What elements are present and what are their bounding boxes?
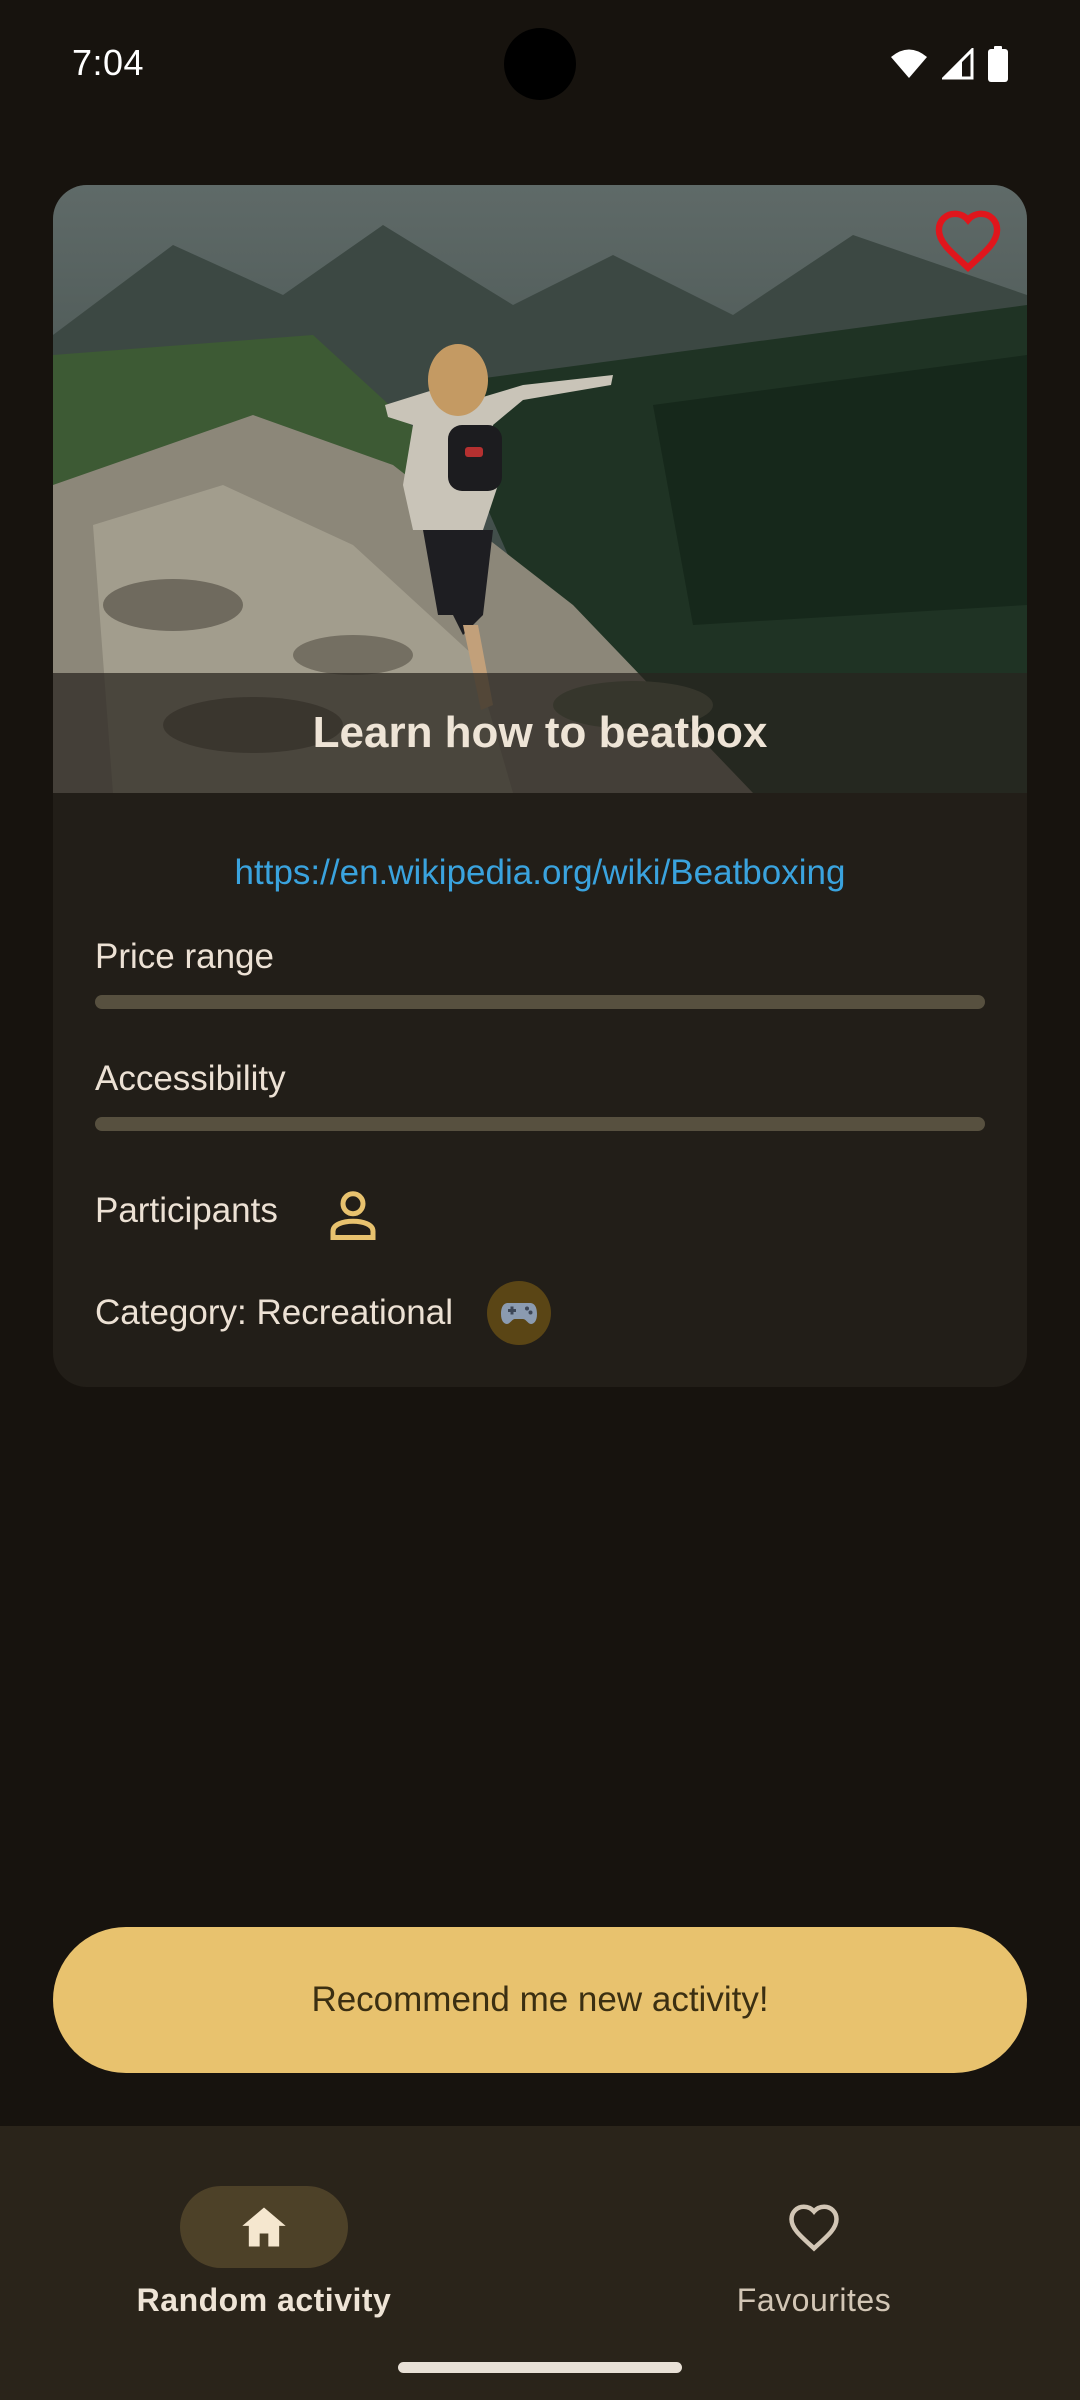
signal-icon — [942, 48, 974, 80]
activity-card: Learn how to beatbox https://en.wikipedi… — [53, 185, 1027, 1387]
wifi-icon — [891, 49, 927, 78]
participants-list — [323, 1185, 383, 1250]
favourite-button[interactable] — [927, 201, 1009, 279]
person-icon — [330, 1191, 376, 1240]
status-time: 7:04 — [72, 42, 145, 83]
screen: 7:04 Learn how to beatbox https://en.wik… — [0, 0, 1080, 2400]
category-badge — [487, 1281, 551, 1345]
activity-link[interactable]: https://en.wikipedia.org/wiki/Beatboxing — [53, 853, 1027, 893]
nav-indicator-favourites — [730, 2186, 898, 2268]
bottom-navigation: Random activity Favourites — [0, 2126, 1080, 2400]
status-bar: 7:04 — [0, 0, 1080, 130]
nav-label-favourites: Favourites — [736, 2282, 892, 2318]
home-icon — [242, 2207, 286, 2247]
price-range-label: Price range — [95, 937, 274, 976]
recommend-button[interactable]: Recommend me new activity! — [53, 1927, 1027, 2073]
accessibility-label: Accessibility — [95, 1059, 286, 1098]
price-range-bar — [95, 995, 985, 1009]
nav-item-favourites[interactable]: Favourites — [634, 2156, 994, 2326]
gamepad-icon — [501, 1303, 537, 1324]
gesture-handle[interactable] — [398, 2362, 682, 2373]
nav-label-random-activity: Random activity — [136, 2282, 392, 2318]
participants-label: Participants — [95, 1191, 278, 1230]
nav-item-random-activity[interactable]: Random activity — [84, 2156, 444, 2326]
title-band: Learn how to beatbox — [53, 673, 1027, 793]
battery-icon — [988, 46, 1008, 82]
status-icons — [890, 46, 1008, 82]
heart-outline-icon — [789, 2204, 839, 2252]
nav-indicator — [180, 2186, 348, 2268]
activity-image: Learn how to beatbox — [53, 185, 1027, 793]
camera-cutout — [504, 28, 576, 100]
category-label: Category: Recreational — [95, 1293, 453, 1332]
heart-outline-icon — [935, 210, 1001, 272]
accessibility-bar — [95, 1117, 985, 1131]
activity-title: Learn how to beatbox — [312, 708, 768, 757]
